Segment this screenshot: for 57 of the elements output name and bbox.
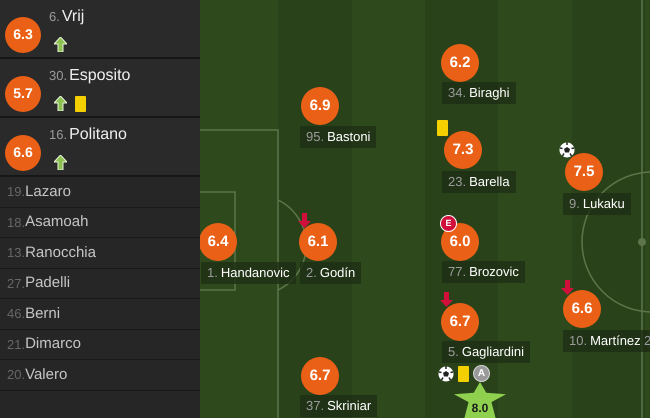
player-row[interactable]: 5.7 30.Esposito xyxy=(0,59,200,118)
down-arrow-icon xyxy=(440,292,453,307)
player-number: 19. xyxy=(7,183,26,201)
player-name: Dimarco xyxy=(25,334,81,354)
player-number: 95. xyxy=(306,128,324,146)
player-name: Lukaku xyxy=(582,195,625,214)
up-arrow-icon xyxy=(54,155,67,170)
player-number: 20. xyxy=(7,366,26,384)
player-number: 16. xyxy=(49,126,68,144)
rating-badge: 6.3 xyxy=(5,16,41,52)
up-arrow-icon xyxy=(54,37,67,52)
player-name: Padelli xyxy=(25,273,70,293)
player-row[interactable]: 6.6 16.Politano xyxy=(0,118,200,177)
player-number: 5. xyxy=(448,343,459,362)
down-arrow-icon xyxy=(298,213,311,228)
down-arrow-icon xyxy=(561,280,574,295)
player-name: Bastoni xyxy=(327,128,370,146)
player-name: Barella xyxy=(469,173,510,192)
player-name: Ranocchia xyxy=(25,242,96,262)
player-name: Asamoah xyxy=(25,212,88,232)
player-name: Politano xyxy=(69,124,127,144)
player-name: Martínez xyxy=(590,332,641,350)
booking-card-icon xyxy=(458,366,469,382)
player-number: 23. xyxy=(448,173,466,192)
player-row[interactable]: 6.3 6.Vrij xyxy=(0,0,200,59)
player-number: 18. xyxy=(7,214,26,232)
player-name: Brozovic xyxy=(469,263,519,282)
player-number: 13. xyxy=(7,244,26,262)
booking-card-icon xyxy=(437,120,448,136)
up-arrow-icon xyxy=(54,96,67,111)
player-name: Skriniar xyxy=(327,397,372,416)
player-number: 1. xyxy=(207,264,218,282)
player-number: 37. xyxy=(306,397,324,416)
ball-icon xyxy=(438,366,454,382)
player-number: 27. xyxy=(7,274,26,292)
booking-card-icon xyxy=(75,96,86,112)
ball-icon xyxy=(559,142,575,158)
rating-badge: 5.7 xyxy=(5,76,41,112)
player-name: Biraghi xyxy=(469,84,510,102)
player-name: Godín xyxy=(320,264,356,282)
player-name: Lazaro xyxy=(25,182,71,202)
player-name: Vrij xyxy=(62,6,84,26)
rating-badge: 6.6 xyxy=(5,134,41,170)
player-name: Handanovic xyxy=(220,264,290,282)
player-number: 9. xyxy=(569,195,580,214)
player-name: Esposito xyxy=(69,66,130,86)
player-name: Gagliardini xyxy=(462,343,524,362)
player-name: Berni xyxy=(25,304,60,324)
player-number: 30. xyxy=(49,66,68,84)
player-number: 6. xyxy=(49,8,60,26)
player-number: 2. xyxy=(306,264,317,282)
player-number: 46. xyxy=(7,305,26,323)
player-name: Valero xyxy=(25,364,68,384)
player-number: 10. xyxy=(569,332,588,350)
player-number: 77. xyxy=(448,263,466,282)
player-number: 34. xyxy=(448,84,466,102)
player-number: 21. xyxy=(7,336,26,354)
